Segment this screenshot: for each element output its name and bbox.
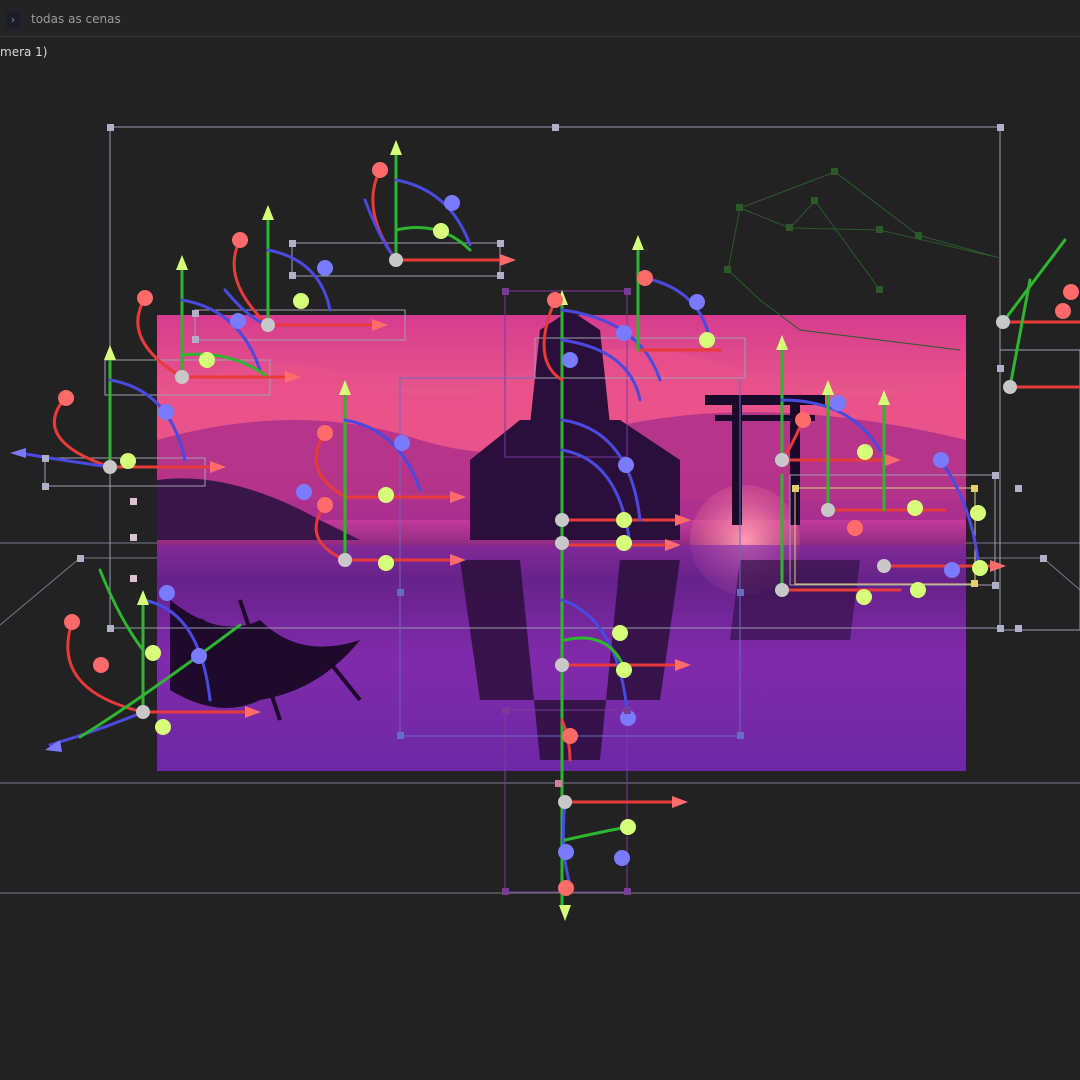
viewport-canvas[interactable] <box>0 0 1080 1080</box>
bone-nodes[interactable] <box>724 168 922 293</box>
